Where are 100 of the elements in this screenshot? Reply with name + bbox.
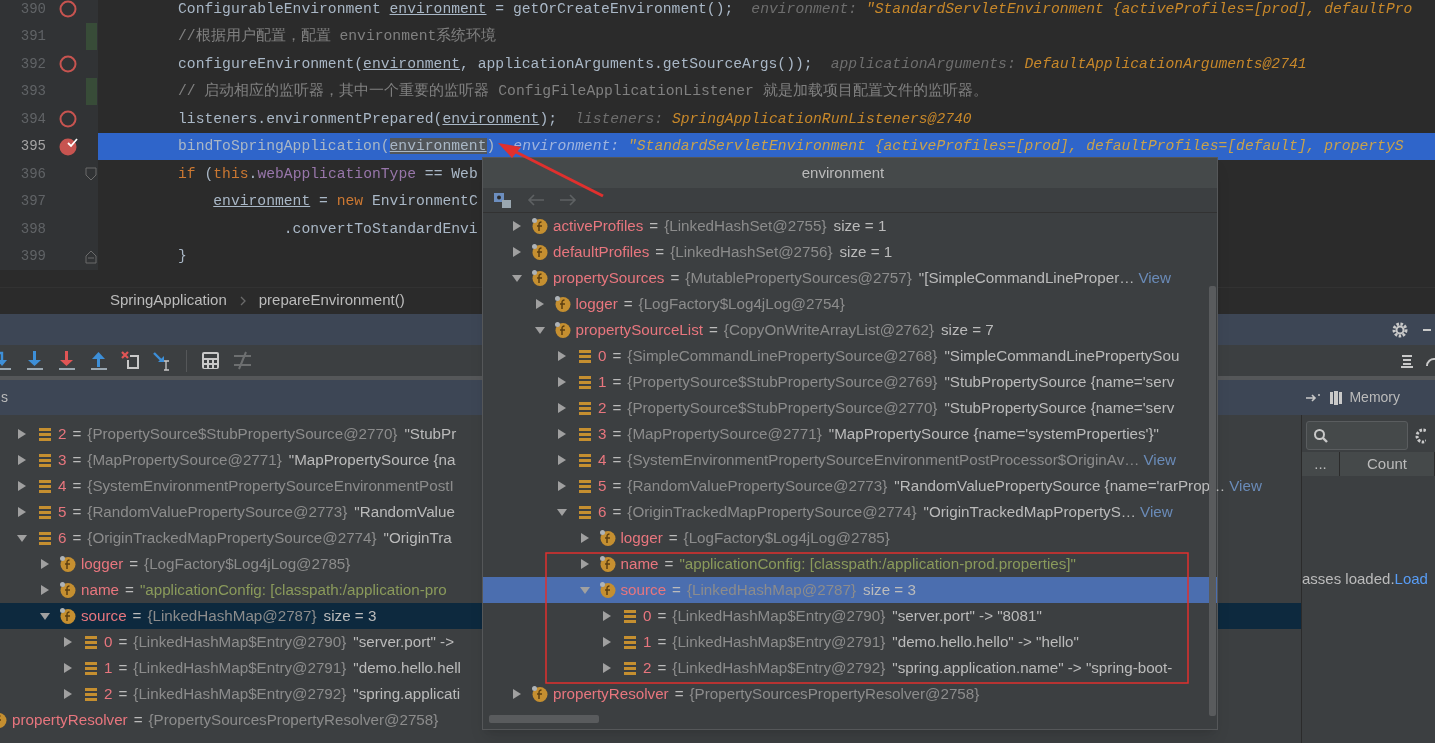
tree-row[interactable]: 3 = {MapPropertySource@2771} "MapPropertySource {name='systemProperties'}" [576,421,1163,447]
scrollbar[interactable] [489,715,599,723]
tree-row[interactable]: 5 = {RandomValuePropertySource@2773} "RandomValuePropertySource {name='rarProp… View [576,473,1266,499]
tree-row[interactable]: 1 = {PropertySource$StubPropertySource@2769} "StubPropertySource {name='serv [576,369,1179,395]
code-line: listeners.environmentPrepared(environment); [178,109,558,129]
expand-icon[interactable] [556,428,568,440]
panel-title[interactable]: s [1,387,8,408]
expand-icon[interactable] [16,454,28,466]
breakpoint-icon[interactable] [58,0,78,19]
column-header[interactable]: Count [1340,452,1435,476]
list-icon [621,633,639,651]
tree-row[interactable]: 2 = {PropertySource$StubPropertySource@2770} "StubPr [36,421,461,447]
tree-row[interactable]: propertyResolver = {PropertySourcesPropertyResolver@2758} [0,707,443,733]
list-icon [576,425,594,443]
tree-row[interactable]: 5 = {RandomValuePropertySource@2773} "RandomValue [36,499,459,525]
tree-row[interactable]: logger = {LogFactory$Log4jLog@2754} [553,291,849,317]
expand-icon[interactable] [62,662,74,674]
collapse-icon[interactable] [533,324,546,336]
code-line: if (this.webApplicationType == Web [178,164,478,184]
collapse-icon[interactable] [556,506,568,518]
expand-icon[interactable] [578,558,591,570]
tree-row[interactable]: 4 = {SystemEnvironmentPropertySourceEnvironmentPostProcessor$OriginAv… View [576,447,1181,473]
expand-icon[interactable] [533,298,546,310]
expand-icon[interactable] [578,532,591,544]
field-icon [531,243,549,261]
field-icon [598,555,617,573]
expand-icon[interactable] [601,636,613,648]
tree-row[interactable]: logger = {LogFactory$Log4jLog@2785} [59,551,355,577]
expand-icon[interactable] [556,454,568,466]
settings-icon[interactable] [1414,427,1426,444]
fold-icon[interactable] [84,167,98,181]
tree-row[interactable]: 2 = {PropertySource$StubPropertySource@2770} "StubPropertySource {name='serv [576,395,1179,421]
fold-icon[interactable] [84,249,98,264]
drop-frame-icon[interactable] [120,350,141,371]
collapse-icon[interactable] [16,532,28,544]
code-line: } [178,247,187,267]
tree-row[interactable]: propertyResolver = {PropertySourcesPropertyResolver@2758} [531,681,984,707]
tree-row[interactable]: 4 = {SystemEnvironmentPropertySourceEnvironmentPostI [36,473,458,499]
tree-row[interactable]: defaultProfiles = {LinkedHashSet@2756} size = 1 [531,239,897,265]
tree-row[interactable]: 6 = {OriginTrackedMapPropertySource@2774} "OriginTrackedMapPropertyS… View [576,499,1177,525]
tree-row[interactable]: 0 = {SimpleCommandLinePropertySource@2768} "SimpleCommandLinePropertySou [576,343,1184,369]
expand-icon[interactable] [511,220,523,232]
expand-icon[interactable] [62,688,74,700]
tree-row[interactable]: propertySources = {MutablePropertySources@2757} "[SimpleCommandLineProper… View [531,265,1176,291]
list-icon[interactable] [1399,352,1415,369]
memory-tab[interactable]: Memory [1329,387,1400,408]
expand-icon[interactable] [16,506,28,518]
tree-row[interactable]: 6 = {OriginTrackedMapPropertySource@2774} "OriginTra [36,525,456,551]
collapse-icon[interactable] [39,610,51,622]
field-icon [59,555,77,573]
column-header[interactable]: ... [1302,452,1340,476]
settings-icon[interactable] [1391,320,1409,339]
expand-icon[interactable] [556,480,568,492]
hierarchy-icon[interactable] [493,191,513,209]
expand-icon[interactable] [16,428,28,440]
tree-row[interactable]: 0 = {LinkedHashMap$Entry@2790} "server.port" -> [82,629,458,655]
arrow-icon[interactable] [1305,391,1322,404]
tree-row[interactable]: 3 = {MapPropertySource@2771} "MapPropertySource {na [36,447,460,473]
tree-row[interactable]: activeProfiles = {LinkedHashSet@2755} size = 1 [531,213,891,239]
list-icon [576,347,594,365]
expand-icon[interactable] [556,376,568,388]
breakpoint-icon[interactable] [58,54,78,74]
tree-row[interactable]: 1 = {LinkedHashMap$Entry@2791} "demo.hello.hello" -> "hello" [621,629,1083,655]
field-icon [59,607,77,625]
list-icon [36,451,54,469]
status-text: asses loaded. [1302,570,1395,587]
expand-icon[interactable] [511,246,523,258]
expand-icon[interactable] [39,584,51,596]
breakpoint-icon[interactable] [58,109,78,129]
step-out-icon[interactable] [88,350,109,371]
code-line: // 启动相应的监听器，其中一个重要的监听器 ConfigFileApplicationListener 就是加载项目配置文件的监听器。 [178,81,988,102]
expand-icon[interactable] [601,662,613,674]
code-line: configureEnvironment(environment, applicationArguments.getSourceArgs()); [178,54,813,74]
load-link[interactable]: Load [1394,570,1428,587]
tree-row[interactable]: 0 = {LinkedHashMap$Entry@2790} "server.port" -> "8081" [621,603,1046,629]
tree-row[interactable]: logger = {LogFactory$Log4jLog@2785} [598,525,894,551]
expand-icon[interactable] [511,688,523,700]
search-icon [1313,427,1329,444]
expand-icon[interactable] [62,636,74,648]
collapse-icon[interactable] [511,272,523,284]
search-field[interactable] [1306,421,1408,450]
tree-row[interactable]: name = "applicationConfig: [classpath:/application-prod.properties]" [598,551,1080,577]
breadcrumb-item[interactable]: SpringApplication [110,289,227,312]
tree-row[interactable]: 2 = {LinkedHashMap$Entry@2792} "spring.application.name" -> "spring-boot- [621,655,1177,681]
tree-row[interactable]: 1 = {LinkedHashMap$Entry@2791} "demo.hello.hell [82,655,465,681]
expand-icon[interactable] [16,480,28,492]
expand-icon[interactable] [601,610,613,622]
expand-icon[interactable] [556,350,568,362]
step-into-icon[interactable] [24,350,45,371]
tree-row[interactable]: name = "applicationConfig: [classpath:/application-pro [59,577,451,603]
breadcrumb-item[interactable]: prepareEnvironment() [258,289,405,312]
chevron-icon [238,294,247,307]
field-icon [598,581,617,599]
step-into-icon[interactable] [56,350,77,371]
code-line: //根据用户配置，配置 environment系统环境 [178,26,497,47]
expand-icon[interactable] [39,558,51,570]
inline-hint: environment: "StandardServletEnvironment {activeProfiles=[prod], defaultProfiles=[default], propertyS [513,137,1404,157]
breakpoint-hit-icon[interactable] [58,136,78,157]
calculator-icon[interactable] [200,350,221,371]
tree-row[interactable]: 2 = {LinkedHashMap$Entry@2792} "spring.applicati [82,681,465,707]
